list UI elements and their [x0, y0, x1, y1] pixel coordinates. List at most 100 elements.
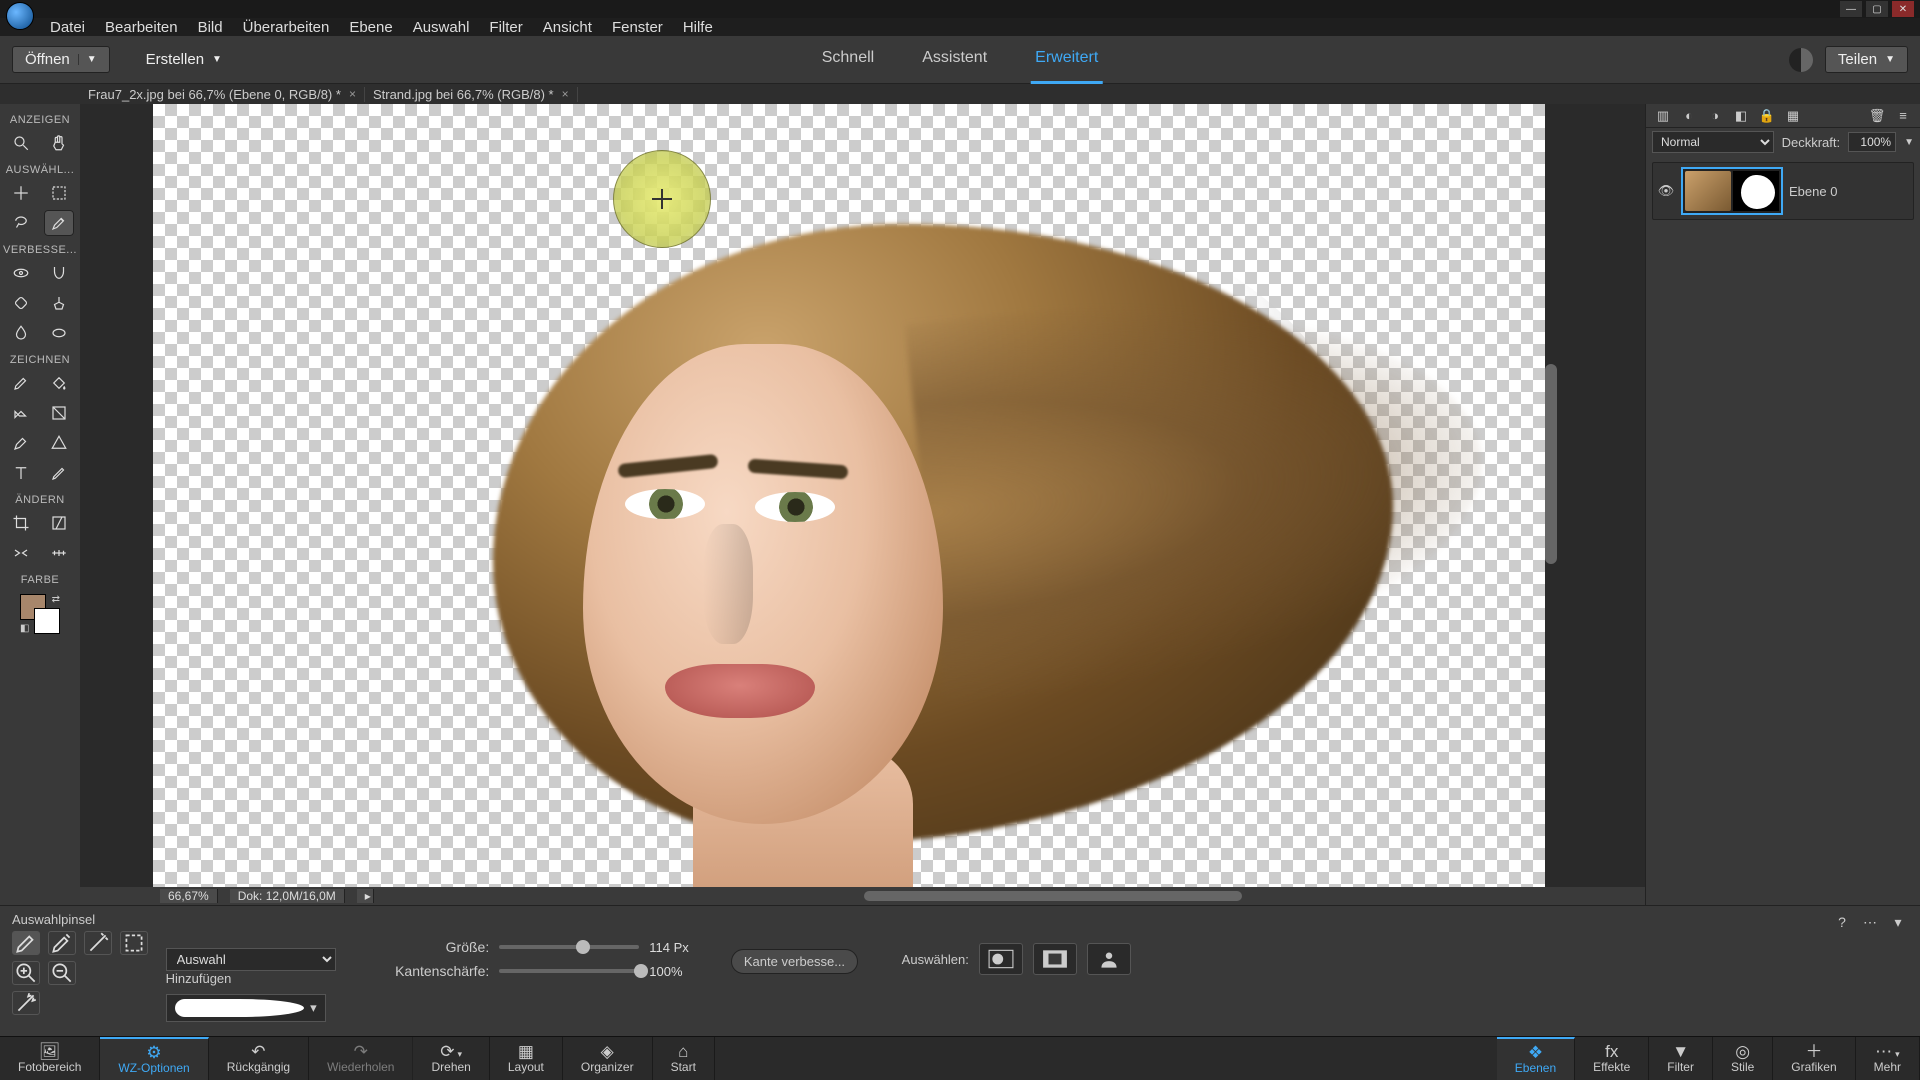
effects-button[interactable]: fxEffekte: [1575, 1037, 1649, 1080]
tool-options-button[interactable]: ⚙WZ-Optionen: [100, 1037, 208, 1080]
recompose-tool[interactable]: [44, 510, 74, 536]
new-group-icon[interactable]: ◐: [1680, 107, 1698, 125]
menu-auswahl[interactable]: Auswahl: [413, 19, 470, 36]
panel-menu-icon[interactable]: ≡: [1894, 107, 1912, 125]
chevron-down-icon[interactable]: ▼: [78, 54, 97, 65]
status-menu-icon[interactable]: ▸: [357, 889, 374, 903]
select-background-icon[interactable]: [1033, 943, 1077, 975]
window-maximize[interactable]: ▢: [1866, 1, 1888, 17]
chevron-down-icon[interactable]: ▼: [1904, 137, 1914, 148]
text-tool[interactable]: [6, 460, 36, 486]
mask-icon[interactable]: ◧: [1732, 107, 1750, 125]
healing-tool[interactable]: [6, 290, 36, 316]
subtract-selection-icon[interactable]: [48, 961, 76, 985]
menu-bild[interactable]: Bild: [198, 19, 223, 36]
menu-bearbeiten[interactable]: Bearbeiten: [105, 19, 178, 36]
content-aware-tool[interactable]: [6, 540, 36, 566]
marquee-tool[interactable]: [44, 180, 74, 206]
redo-button[interactable]: ↷Wiederholen: [309, 1037, 413, 1080]
horizontal-scrollbar[interactable]: [386, 889, 1645, 903]
menu-ansicht[interactable]: Ansicht: [543, 19, 592, 36]
vertical-scrollbar[interactable]: [1545, 364, 1557, 564]
close-icon[interactable]: ×: [349, 87, 356, 101]
options-menu-icon[interactable]: ⋯: [1860, 912, 1880, 932]
graphics-button[interactable]: ＋Grafiken: [1773, 1037, 1855, 1080]
window-minimize[interactable]: —: [1840, 1, 1862, 17]
size-value[interactable]: 114 Px: [649, 940, 709, 955]
chevron-down-icon[interactable]: ▾: [310, 1000, 317, 1016]
collapse-icon[interactable]: ▾: [1888, 912, 1908, 932]
filter-button[interactable]: ▼Filter: [1649, 1037, 1713, 1080]
chevron-down-icon[interactable]: ▼: [1885, 54, 1895, 65]
more-button[interactable]: ⋯▾Mehr: [1856, 1037, 1920, 1080]
organizer-button[interactable]: ◈Organizer: [563, 1037, 653, 1080]
zoom-level[interactable]: 66,67%: [160, 889, 218, 903]
size-slider[interactable]: [499, 945, 639, 949]
lasso-tool[interactable]: [6, 210, 36, 236]
mode-quick[interactable]: Schnell: [818, 35, 878, 84]
menu-datei[interactable]: Datei: [50, 19, 85, 36]
layers-panel-button[interactable]: ❖Ebenen: [1497, 1037, 1575, 1080]
tool-variant-brush[interactable]: [12, 931, 40, 955]
menu-ebene[interactable]: Ebene: [349, 19, 392, 36]
hardness-slider[interactable]: [499, 969, 639, 973]
refine-edge-button[interactable]: Kante verbesse...: [731, 949, 858, 974]
start-button[interactable]: ⌂Start: [653, 1037, 715, 1080]
brush-preset-picker[interactable]: ▾: [166, 994, 326, 1022]
menu-filter[interactable]: Filter: [489, 19, 522, 36]
trash-icon[interactable]: 🗑: [1868, 107, 1886, 125]
zoom-tool[interactable]: [6, 130, 36, 156]
move-tool[interactable]: [6, 180, 36, 206]
blur-tool[interactable]: [6, 320, 36, 346]
help-icon[interactable]: ?: [1832, 912, 1852, 932]
bucket-tool[interactable]: [44, 370, 74, 396]
share-button[interactable]: Teilen▼: [1825, 46, 1908, 73]
document-tab[interactable]: Frau7_2x.jpg bei 66,7% (Ebene 0, RGB/8) …: [80, 87, 365, 102]
opacity-input[interactable]: [1848, 132, 1896, 152]
layer-thumbnails[interactable]: [1681, 167, 1783, 215]
photobin-button[interactable]: 🖼Fotobereich: [0, 1037, 100, 1080]
redeye-tool[interactable]: [6, 260, 36, 286]
tool-variant-refine[interactable]: [48, 931, 76, 955]
chevron-down-icon[interactable]: ▼: [212, 54, 222, 65]
select-people-icon[interactable]: [1087, 943, 1131, 975]
lock-icon[interactable]: 🔒: [1758, 107, 1776, 125]
mode-guided[interactable]: Assistent: [918, 35, 991, 84]
layout-button[interactable]: ▦Layout: [490, 1037, 563, 1080]
whiten-tool[interactable]: [44, 260, 74, 286]
theme-toggle-icon[interactable]: [1789, 48, 1813, 72]
selection-brush-tool[interactable]: [44, 210, 74, 236]
mask-mode-select[interactable]: Auswahl: [166, 948, 336, 971]
brush-tool[interactable]: [6, 370, 36, 396]
hardness-value[interactable]: 100%: [649, 964, 709, 979]
eraser-tool[interactable]: [6, 400, 36, 426]
mode-expert[interactable]: Erweitert: [1031, 35, 1102, 84]
menu-ueberarbeiten[interactable]: Überarbeiten: [243, 19, 330, 36]
new-layer-icon[interactable]: ▥: [1654, 107, 1672, 125]
add-selection-icon[interactable]: [12, 961, 40, 985]
undo-button[interactable]: ↶Rückgängig: [209, 1037, 309, 1080]
layer-row[interactable]: 👁 Ebene 0: [1652, 162, 1914, 220]
sponge-tool[interactable]: [44, 320, 74, 346]
close-icon[interactable]: ×: [562, 87, 569, 101]
styles-button[interactable]: ◎Stile: [1713, 1037, 1773, 1080]
eyedropper-tool[interactable]: [6, 430, 36, 456]
menu-hilfe[interactable]: Hilfe: [683, 19, 713, 36]
window-close[interactable]: ✕: [1892, 1, 1914, 17]
document-tab[interactable]: Strand.jpg bei 66,7% (RGB/8) * ×: [365, 87, 578, 102]
clone-tool[interactable]: [44, 290, 74, 316]
swap-colors-icon[interactable]: ⇄: [52, 594, 60, 605]
doc-size[interactable]: Dok: 12,0M/16,0M: [230, 889, 345, 903]
menu-fenster[interactable]: Fenster: [612, 19, 663, 36]
blend-mode-select[interactable]: Normal: [1652, 131, 1774, 153]
pencil-tool[interactable]: [44, 460, 74, 486]
background-color[interactable]: [34, 608, 60, 634]
color-swatches[interactable]: ⇄ ◧: [20, 594, 60, 634]
document-canvas[interactable]: [98, 104, 1545, 887]
wand-icon[interactable]: [12, 991, 40, 1015]
adjustment-icon[interactable]: ◑: [1706, 107, 1724, 125]
crop-tool[interactable]: [6, 510, 36, 536]
visibility-icon[interactable]: 👁: [1657, 183, 1675, 199]
tool-variant-auto[interactable]: [120, 931, 148, 955]
open-button[interactable]: Öffnen▼: [12, 46, 110, 73]
